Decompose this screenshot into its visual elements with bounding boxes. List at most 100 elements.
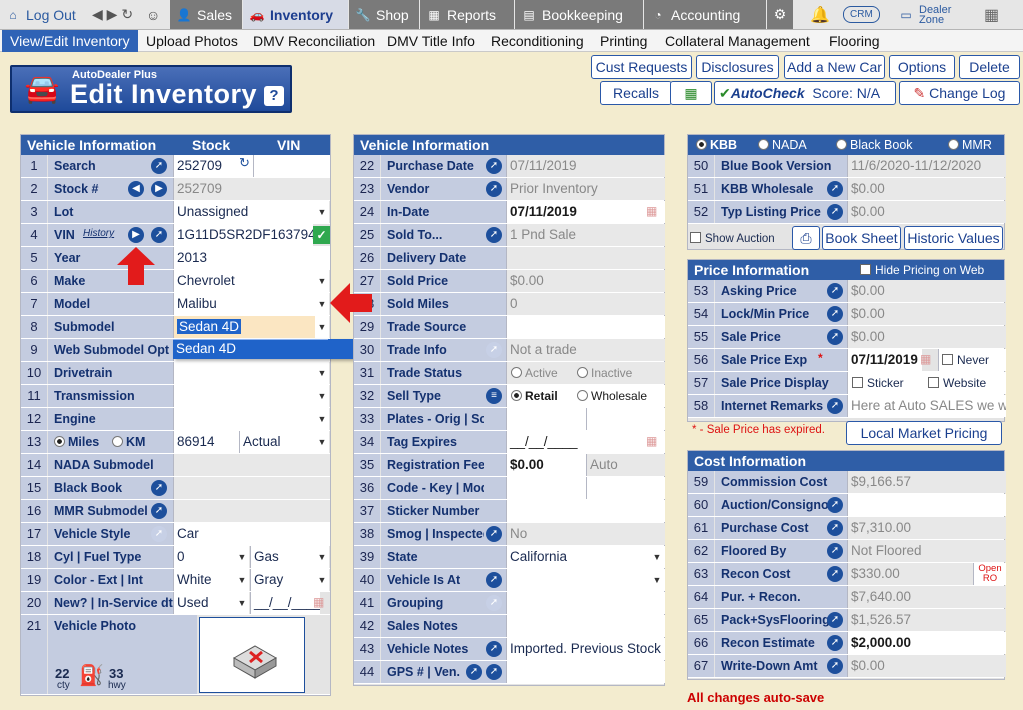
decode-icon[interactable]: ▶ — [128, 227, 144, 243]
in-service-date[interactable]: __/__/____ — [250, 592, 320, 614]
calendar-icon[interactable]: ▦ — [646, 204, 657, 218]
prev-arrow-icon[interactable]: ◀ — [128, 181, 144, 197]
go-arrow-icon[interactable]: ➚ — [827, 329, 843, 345]
tab-inventory[interactable]: 🚗 Inventory — [243, 0, 348, 29]
interior-color-select[interactable]: Gray — [250, 569, 320, 591]
go-arrow-icon[interactable]: ➚ — [151, 480, 167, 496]
calculator-icon[interactable]: ▦ — [984, 0, 999, 29]
km-radio[interactable]: KM — [112, 431, 145, 453]
go-arrow-icon[interactable]: ➚ — [486, 227, 502, 243]
field-value-12[interactable] — [173, 408, 315, 430]
sticker-checkbox[interactable]: Sticker — [852, 372, 904, 394]
field-value-44[interactable] — [506, 661, 665, 683]
chevron-down-icon[interactable]: ▼ — [315, 316, 329, 338]
new-used-select[interactable]: Used — [173, 592, 235, 614]
subnav-collateral[interactable]: Collateral Management — [665, 30, 810, 52]
book-sheet-button[interactable]: Book Sheet — [822, 226, 901, 250]
change-log-button[interactable]: ✎ Change Log — [899, 81, 1020, 105]
go-arrow-icon[interactable]: ➚ — [827, 283, 843, 299]
mmr-radio[interactable]: MMR — [948, 135, 992, 155]
field-value-5[interactable]: 2013 — [173, 247, 330, 269]
tab-reports[interactable]: ▦ Reports — [420, 0, 514, 29]
chevron-down-icon[interactable]: ▼ — [315, 362, 329, 384]
refresh-icon[interactable]: ↻ — [239, 155, 250, 171]
disclosures-button[interactable]: Disclosures — [696, 55, 779, 79]
field-value-43[interactable]: Imported. Previous Stock — [506, 638, 665, 660]
tab-sales[interactable]: 👤 Sales — [170, 0, 242, 29]
go-arrow-icon[interactable]: ➚ — [827, 566, 843, 582]
field-value-4[interactable]: 1G11D5SR2DF163794 — [173, 224, 313, 246]
subnav-printing[interactable]: Printing — [600, 30, 647, 52]
calendar-icon[interactable]: ▦ — [313, 595, 324, 609]
tab-accounting[interactable]: ◔ Accounting — [644, 0, 766, 29]
go-arrow-icon[interactable]: ➚ — [151, 158, 167, 174]
field-value-34[interactable]: __/__/____ — [506, 431, 665, 453]
go-arrow-icon[interactable]: ➚ — [827, 658, 843, 674]
chevron-down-icon[interactable]: ▼ — [235, 569, 249, 591]
historic-values-button[interactable]: Historic Values — [904, 226, 1003, 250]
chevron-down-icon[interactable]: ▼ — [235, 592, 249, 614]
cylinders-input[interactable]: 0 — [173, 546, 235, 568]
never-checkbox[interactable]: Never — [938, 349, 1006, 371]
field-value-41[interactable] — [506, 592, 665, 614]
open-ro-link[interactable]: Open RO — [973, 563, 1006, 585]
dealer-zone-button[interactable]: ▭ Dealer Zone — [898, 0, 963, 29]
go-arrow-icon[interactable]: ➚ — [151, 227, 167, 243]
field-value-66[interactable]: $2,000.00 — [847, 632, 1006, 654]
field-value-29[interactable] — [506, 316, 665, 338]
subnav-dmv-reconciliation[interactable]: DMV Reconciliation — [253, 30, 375, 52]
gear-icon[interactable]: ⚙ — [767, 0, 793, 29]
field-value-11[interactable] — [173, 385, 315, 407]
field-value-35[interactable]: $0.00 — [506, 454, 586, 476]
show-auction-checkbox[interactable]: Show Auction — [690, 232, 775, 245]
chevron-down-icon[interactable]: ▼ — [315, 569, 329, 591]
history-link[interactable]: History — [83, 228, 114, 239]
radio-active[interactable]: Active — [511, 362, 558, 384]
autocheck-button[interactable]: ✔AutoCheck Score: N/A — [714, 81, 896, 105]
back-forward-icon[interactable]: ◀ ▶ ↻ — [92, 0, 133, 29]
field-value-24[interactable]: 07/11/2019 — [506, 201, 665, 223]
print-icon[interactable]: ⎙ — [792, 226, 820, 250]
odometer-input[interactable]: 86914 — [173, 431, 239, 453]
field-value-8[interactable]: Sedan 4D — [173, 316, 315, 338]
go-arrow-icon[interactable]: ➚ — [827, 181, 843, 197]
calendar-icon[interactable]: ▦ — [646, 434, 657, 448]
chevron-down-icon[interactable]: ▼ — [315, 431, 329, 453]
hide-pricing-checkbox[interactable]: Hide Pricing on Web — [860, 260, 984, 280]
field-value-37[interactable] — [506, 500, 665, 522]
user-icon[interactable]: ☺ — [146, 0, 160, 29]
exterior-color-select[interactable]: White — [173, 569, 235, 591]
subnav-upload-photos[interactable]: Upload Photos — [146, 30, 238, 52]
nada-radio[interactable]: NADA — [758, 135, 807, 155]
go-arrow-icon[interactable]: ➚ — [827, 204, 843, 220]
go-arrow-icon[interactable]: ➚ — [151, 503, 167, 519]
subnav-reconditioning[interactable]: Reconditioning — [491, 30, 584, 52]
chevron-down-icon[interactable]: ▼ — [315, 293, 329, 315]
field-value-7[interactable]: Malibu — [173, 293, 315, 315]
field-value-10[interactable] — [173, 362, 315, 384]
go-arrow-icon[interactable]: ➚ — [486, 158, 502, 174]
chevron-down-icon[interactable]: ▼ — [315, 270, 329, 292]
odometer-type-select[interactable]: Actual — [239, 431, 315, 453]
field-value2-36[interactable] — [586, 477, 665, 499]
bell-icon[interactable]: 🔔 — [810, 0, 830, 29]
money-icon[interactable]: ▦ — [670, 81, 712, 105]
vin-search-input[interactable] — [253, 155, 330, 177]
chevron-down-icon[interactable]: ▼ — [315, 385, 329, 407]
go-arrow-icon[interactable]: ➚ — [486, 664, 502, 680]
field-value-60[interactable] — [847, 494, 1006, 516]
chevron-down-icon[interactable]: ▼ — [315, 408, 329, 430]
tab-shop[interactable]: 🔧 Shop — [349, 0, 419, 29]
list-icon[interactable]: ≡ — [486, 388, 502, 404]
go-arrow-icon[interactable]: ➚ — [827, 497, 843, 513]
cust-requests-button[interactable]: Cust Requests — [591, 55, 692, 79]
fuel-type-select[interactable]: Gas — [250, 546, 320, 568]
logout-button[interactable]: ⌂ Log Out — [5, 0, 75, 29]
go-arrow-icon[interactable]: ➚ — [827, 306, 843, 322]
field-value-39[interactable]: California — [506, 546, 665, 568]
radio-wholesale[interactable]: Wholesale — [577, 385, 647, 407]
chevron-down-icon[interactable]: ▼ — [315, 546, 329, 568]
calendar-icon[interactable]: ▦ — [920, 352, 931, 366]
field-value-58[interactable]: Here at Auto SALES we w — [847, 395, 1006, 417]
crm-button[interactable]: CRM — [843, 0, 880, 29]
